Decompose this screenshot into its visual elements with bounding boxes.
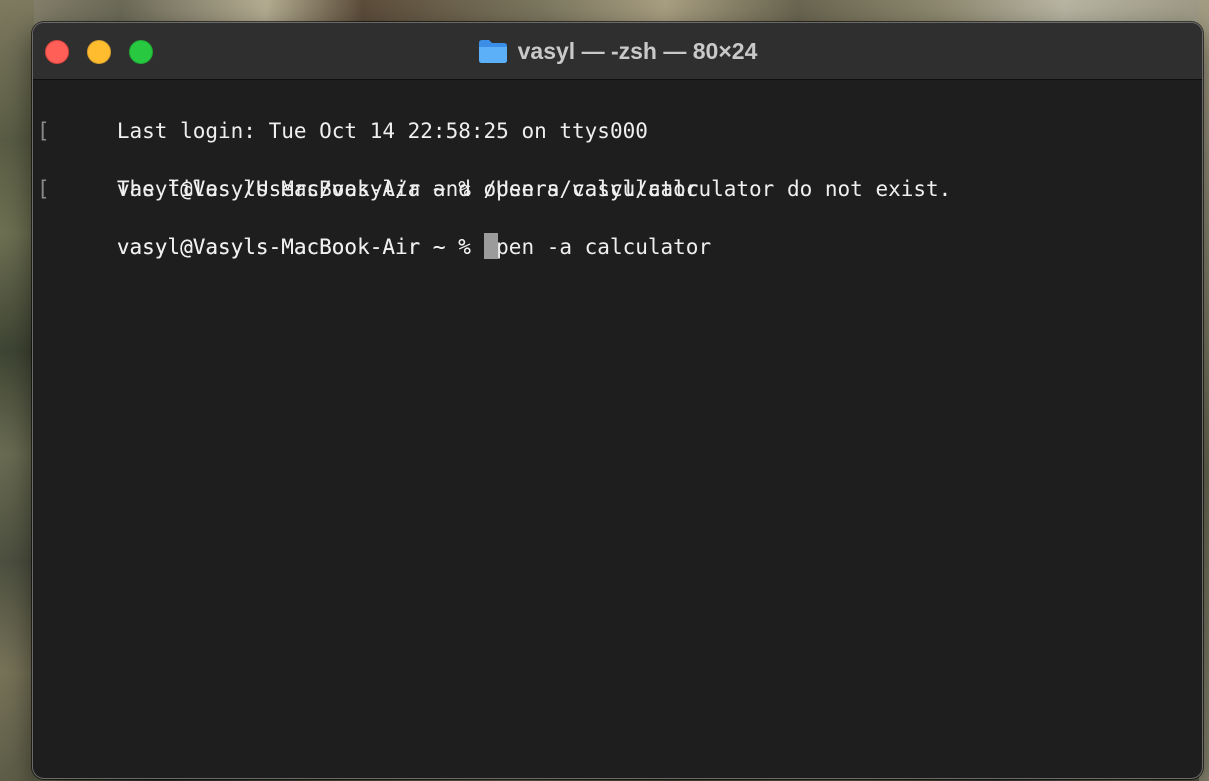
- terminal-prompt-line[interactable]: vasyl@Vasyls-MacBook-Air ~ %: [41, 204, 1202, 259]
- terminal-line-marked: [ vasyl@Vasyls-MacBook-Air ~ % open a ca…: [37, 117, 1202, 201]
- terminal-output[interactable]: Last login: Tue Oct 14 22:58:25 on ttys0…: [33, 80, 1202, 259]
- terminal-line: The files /Users/vasyl/a and /Users/vasy…: [41, 146, 1202, 201]
- mark-right: ]: [1199, 175, 1202, 204]
- mark-right: ]: [1199, 117, 1202, 146]
- window-titlebar[interactable]: vasyl — -zsh — 80×24: [33, 23, 1202, 80]
- terminal-line: Last login: Tue Oct 14 22:58:25 on ttys0…: [41, 88, 1202, 143]
- window-title-group: vasyl — -zsh — 80×24: [33, 23, 1202, 79]
- text-cursor: [483, 233, 498, 259]
- window-title: vasyl — -zsh — 80×24: [517, 37, 758, 64]
- mark-left: [: [37, 177, 50, 201]
- terminal-window[interactable]: vasyl — -zsh — 80×24 Last login: Tue Oct…: [32, 22, 1203, 779]
- mark-left: [: [37, 119, 50, 143]
- shell-prompt: vasyl@Vasyls-MacBook-Air ~ %: [116, 235, 484, 259]
- folder-icon: [478, 38, 508, 64]
- terminal-line-marked: [ vasyl@Vasyls-MacBook-Air ~ % open -a c…: [37, 175, 1202, 259]
- desktop-wallpaper-left: [0, 0, 34, 781]
